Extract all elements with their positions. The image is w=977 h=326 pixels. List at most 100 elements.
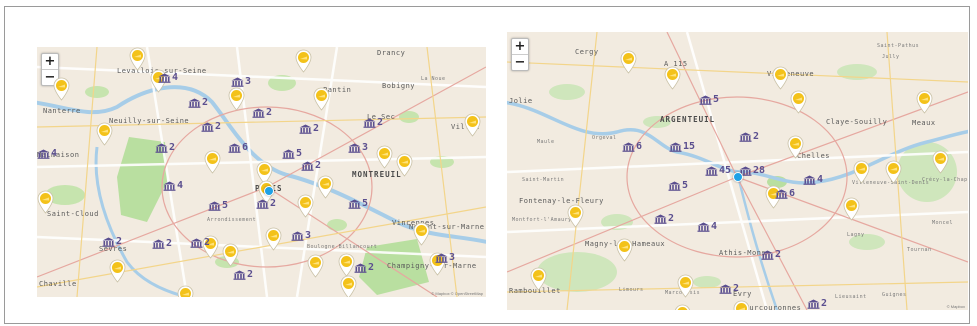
cheese-pin-icon[interactable] [340,275,357,297]
museum-cluster-marker[interactable]: 6 [228,139,248,153]
cheese-pin-icon[interactable] [885,160,902,184]
cheese-pin-icon[interactable] [853,160,870,184]
museum-cluster-marker[interactable]: 2 [188,94,208,108]
cheese-pin-icon[interactable] [567,204,584,228]
museum-cluster-marker[interactable]: 2 [152,235,172,249]
cheese-pin-icon[interactable] [916,90,933,114]
place-label: Maule [537,139,555,145]
museum-count: 2 [169,142,176,154]
cheese-pin-icon[interactable] [530,267,547,291]
cheese-pin-icon[interactable] [313,87,330,111]
museum-cluster-marker[interactable]: 2 [252,104,272,118]
museum-cluster-marker[interactable]: 28 [739,162,765,176]
cheese-pin-icon[interactable] [37,190,54,214]
museum-cluster-marker[interactable]: 5 [208,197,228,211]
museum-cluster-marker[interactable]: 2 [739,128,759,142]
place-label: Athis-Mons [719,249,767,257]
zoom-out-button[interactable]: − [512,54,528,70]
cheese-pin-icon[interactable] [129,47,146,71]
cheese-pin-icon[interactable] [376,145,393,169]
map-ile-de-france[interactable]: + − Cergy A 115 Villeneuve Saint-Pathus Jull… [507,32,968,310]
museum-cluster-marker[interactable]: 2 [233,266,253,280]
cheese-pin-icon[interactable] [96,122,113,146]
cheese-pin-icon[interactable] [620,50,637,74]
map-attribution[interactable]: © Mapbox [947,304,965,309]
zoom-in-button[interactable]: + [42,54,58,69]
place-label: Jully [882,54,900,60]
map-paris-zoomed[interactable]: + − Drancy Bobigny La Noue Pantin Nanterre Ne… [37,47,486,297]
cheese-pin-icon[interactable] [733,300,750,310]
cheese-pin-icon[interactable] [464,113,481,137]
museum-cluster-marker[interactable]: 15 [669,138,695,152]
museum-cluster-marker[interactable]: 6 [622,138,642,152]
museum-icon [668,181,681,191]
cheese-pin-icon[interactable] [674,304,691,310]
cheese-pin-icon[interactable] [295,49,312,73]
museum-cluster-marker[interactable]: 2 [363,114,383,128]
cheese-pin-icon[interactable] [307,254,324,278]
museum-count: 3 [449,252,456,264]
museum-icon [705,166,718,176]
museum-cluster-marker[interactable]: 6 [775,185,795,199]
cheese-pin-icon[interactable] [664,66,681,90]
museum-count: 2 [266,107,273,119]
cheese-pin-icon[interactable] [932,150,949,174]
museum-icon [231,77,244,87]
museum-icon [188,98,201,108]
museum-cluster-marker[interactable]: 2 [301,157,321,171]
place-label: Chaville [39,280,77,288]
museum-cluster-marker[interactable]: 3 [231,73,251,87]
museum-cluster-marker[interactable]: 2 [201,118,221,132]
museum-icon [155,143,168,153]
place-label: Meaux [912,119,936,127]
cheese-pin-icon[interactable] [843,197,860,221]
cheese-pin-icon[interactable] [204,150,221,174]
museum-cluster-marker[interactable]: 2 [354,259,374,273]
cheese-pin-icon[interactable] [265,227,282,251]
museum-cluster-marker[interactable]: 4 [803,171,823,185]
cheese-pin-icon[interactable] [338,253,355,277]
museum-cluster-marker[interactable]: 2 [719,280,739,294]
museum-cluster-marker[interactable]: 3 [291,227,311,241]
museum-cluster-marker[interactable]: 5 [699,91,719,105]
cheese-pin-icon[interactable] [787,135,804,159]
place-label: Nanterre [43,107,81,115]
museum-cluster-marker[interactable]: 5 [668,177,688,191]
museum-cluster-marker[interactable]: 2 [190,234,210,248]
museum-cluster-marker[interactable]: 5 [282,145,302,159]
museum-cluster-marker[interactable]: 5 [348,195,368,209]
cheese-pin-icon[interactable] [772,66,789,90]
cheese-pin-icon[interactable] [53,77,70,101]
cheese-pin-icon[interactable] [396,153,413,177]
cheese-pin-icon[interactable] [317,175,334,199]
museum-cluster-marker[interactable]: 2 [654,210,674,224]
museum-cluster-marker[interactable]: 2 [761,246,781,260]
cheese-pin-icon[interactable] [297,194,314,218]
cheese-pin-icon[interactable] [616,238,633,262]
museum-cluster-marker[interactable]: 2 [102,233,122,247]
cheese-pin-icon[interactable] [790,90,807,114]
museum-cluster-marker[interactable]: 4 [158,69,178,83]
museum-cluster-marker[interactable]: 3 [348,139,368,153]
cheese-pin-icon[interactable] [222,243,239,267]
cheese-pin-icon[interactable] [109,259,126,283]
museum-cluster-marker[interactable]: 45 [705,162,731,176]
museum-cluster-marker[interactable]: 4 [163,177,183,191]
museum-cluster-marker[interactable]: 2 [807,295,827,309]
museum-cluster-marker[interactable]: 4 [37,145,57,159]
place-label: Moncel [932,220,954,226]
museum-cluster-marker[interactable]: 2 [155,139,175,153]
cheese-pin-icon[interactable] [228,87,245,111]
museum-cluster-marker[interactable]: 2 [256,195,276,209]
museum-count: 3 [245,76,252,88]
museum-cluster-marker[interactable]: 4 [697,218,717,232]
cheese-pin-icon[interactable] [177,285,194,297]
museum-cluster-marker[interactable]: 3 [435,249,455,263]
museum-cluster-marker[interactable]: 2 [299,120,319,134]
map-attribution[interactable]: © Mapbox © OpenStreetMap [431,291,483,296]
museum-icon [348,143,361,153]
zoom-in-button[interactable]: + [512,39,528,54]
place-label: Cergy [575,48,599,56]
cheese-pin-icon[interactable] [677,274,694,298]
cheese-pin-icon[interactable] [413,222,430,246]
